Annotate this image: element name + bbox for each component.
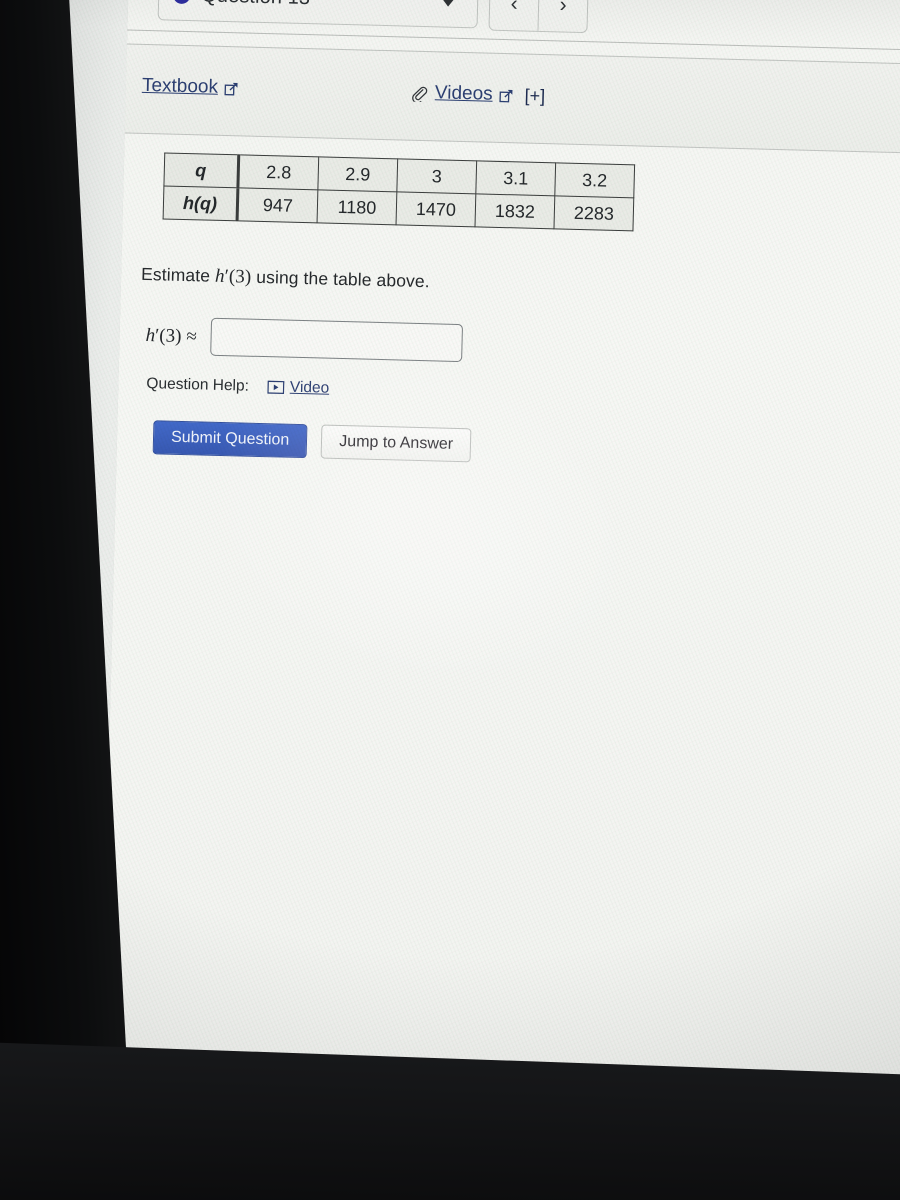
table-row-header: h(q) [163, 185, 238, 221]
table-cell: 1832 [474, 193, 555, 229]
chevron-down-icon [441, 0, 456, 7]
answer-input[interactable] [210, 317, 464, 363]
table-cell: 3.1 [475, 160, 556, 196]
answer-row: h′(3) ≈ [145, 316, 464, 363]
answer-argument: (3) [159, 324, 182, 347]
table-cell: 3 [396, 158, 477, 194]
table-cell: 947 [237, 187, 318, 223]
data-table: q 2.8 2.9 3 3.1 3.2 h(q) 947 1180 1470 1… [162, 152, 636, 232]
submit-question-button[interactable]: Submit Question [152, 420, 308, 459]
resources-toolbar-inner: Textbook Videos [+] [142, 75, 546, 107]
table-cell: 3.2 [554, 162, 635, 198]
question-help-label: Question Help: [146, 375, 250, 395]
table-row-header: q [163, 152, 239, 188]
action-buttons-row: Submit Question Jump to Answer [152, 420, 472, 463]
question-prompt: Estimate h′(3) using the table above. [141, 264, 430, 293]
prompt-argument: (3) [228, 266, 252, 288]
question-select-label: Question 13 [201, 0, 310, 10]
prev-question-button[interactable]: ‹ [489, 0, 538, 31]
video-help-link[interactable]: Video [266, 378, 330, 398]
videos-link[interactable]: Videos [411, 82, 514, 107]
next-question-button[interactable]: › [537, 0, 588, 33]
screen-surface: · · · · · · ··· ·· ·· ··· Question 13 ‹ … [0, 0, 900, 1133]
play-button-icon [266, 380, 284, 395]
approx-equals-symbol: ≈ [186, 325, 198, 347]
paperclip-icon [411, 84, 428, 102]
table-cell: 2.9 [317, 156, 398, 192]
assignment-page: · · · · · · ··· ·· ·· ··· Question 13 ‹ … [99, 0, 900, 1133]
chevron-left-icon: ‹ [510, 0, 518, 16]
question-status-dot [173, 0, 191, 4]
answer-function-symbol: h [145, 324, 156, 346]
resources-toolbar: Textbook Videos [+] [124, 43, 900, 155]
videos-label: Videos [434, 82, 493, 105]
question-prev-next-group: ‹ › [488, 0, 589, 34]
prompt-prefix: Estimate [140, 263, 216, 286]
answer-label: h′(3) ≈ [145, 324, 197, 348]
external-link-icon [498, 87, 513, 102]
chevron-right-icon: › [559, 0, 567, 17]
table-cell: 2283 [553, 195, 634, 231]
textbook-link[interactable]: Textbook [142, 75, 240, 99]
external-link-icon [224, 80, 239, 95]
question-nav-row: Question 13 ‹ › [157, 0, 589, 34]
table-cell: 2.8 [237, 154, 319, 190]
table-cell: 1470 [396, 191, 476, 227]
textbook-label: Textbook [141, 74, 219, 98]
videos-expand-toggle[interactable]: [+] [524, 85, 545, 107]
jump-to-answer-button[interactable]: Jump to Answer [320, 424, 472, 463]
prompt-suffix: using the table above. [251, 266, 430, 292]
question-help-row: Question Help: Video [146, 375, 329, 398]
table-cell: 1180 [317, 189, 397, 225]
question-select[interactable]: Question 13 [157, 0, 479, 29]
laptop-screen-photo: · · · · · · ··· ·· ·· ··· Question 13 ‹ … [0, 0, 900, 1200]
video-help-label: Video [289, 378, 330, 397]
